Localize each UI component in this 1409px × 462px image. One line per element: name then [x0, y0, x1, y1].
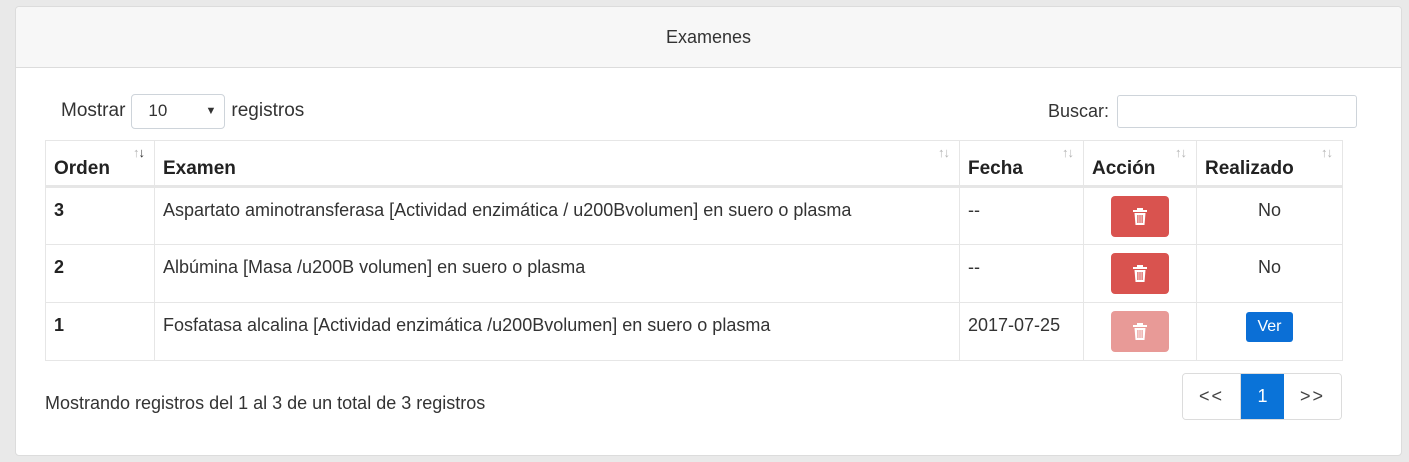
card-title: Examenes	[665, 26, 752, 47]
sort-arrows-icon: ↑↓	[1062, 145, 1074, 160]
examenes-table: Orden ↑↓ Examen ↑↓ Fecha ↑↓ Acción ↑↓ Re…	[45, 140, 1343, 361]
cell-realizado: No	[1196, 244, 1343, 303]
table-info: Mostrando registros del 1 al 3 de un tot…	[45, 393, 486, 413]
cell-fecha: 2017-07-25	[959, 302, 1084, 361]
length-select[interactable]: 10 ▼	[131, 93, 226, 129]
cell-accion	[1083, 244, 1197, 303]
pagination-prev[interactable]: <<	[1183, 374, 1241, 419]
sort-arrows-icon: ↑↓	[1321, 145, 1333, 160]
cell-realizado: Ver	[1196, 302, 1343, 361]
length-prefix: Mostrar	[61, 100, 126, 121]
length-control: Mostrar 10 ▼ registros	[61, 93, 305, 129]
column-header-orden[interactable]: Orden ↑↓	[45, 140, 155, 188]
delete-button[interactable]	[1111, 196, 1169, 237]
trash-icon	[1133, 323, 1147, 340]
cell-accion	[1083, 302, 1197, 361]
length-select-value: 10	[148, 101, 168, 120]
table-header-row: Orden ↑↓ Examen ↑↓ Fecha ↑↓ Acción ↑↓ Re…	[45, 140, 1343, 188]
sort-arrows-icon: ↑↓	[938, 145, 950, 160]
table-controls: Mostrar 10 ▼ registros Buscar:	[61, 93, 1357, 129]
cell-fecha: --	[959, 186, 1084, 245]
search-input[interactable]	[1117, 94, 1357, 128]
sort-arrows-icon: ↑↓	[133, 145, 145, 160]
pagination-next[interactable]: >>	[1284, 374, 1341, 419]
delete-button[interactable]	[1111, 253, 1169, 294]
trash-icon	[1133, 265, 1147, 282]
ver-button[interactable]: Ver	[1246, 312, 1293, 342]
cell-examen: Fosfatasa alcalina [Actividad enzimática…	[154, 302, 960, 361]
cell-fecha: --	[959, 244, 1084, 303]
delete-button-disabled	[1111, 311, 1169, 352]
cell-realizado: No	[1196, 186, 1343, 245]
table-row: 3 Aspartato aminotransferasa [Actividad …	[45, 186, 1343, 245]
cell-orden: 2	[45, 244, 155, 303]
column-header-accion[interactable]: Acción ↑↓	[1083, 140, 1197, 188]
sort-arrows-icon: ↑↓	[1175, 145, 1187, 160]
trash-icon	[1133, 208, 1147, 225]
table-row: 1 Fosfatasa alcalina [Actividad enzimáti…	[45, 302, 1343, 361]
search-label: Buscar:	[1047, 100, 1109, 121]
column-header-examen[interactable]: Examen ↑↓	[154, 140, 960, 188]
card-header: Examenes	[16, 7, 1401, 68]
pagination-page-1[interactable]: 1	[1241, 374, 1284, 419]
column-header-realizado[interactable]: Realizado ↑↓	[1196, 140, 1343, 188]
table-row: 2 Albúmina [Masa /u200B volumen] en suer…	[45, 244, 1343, 303]
cell-orden: 1	[45, 302, 155, 361]
cell-examen: Aspartato aminotransferasa [Actividad en…	[154, 186, 960, 245]
column-header-fecha[interactable]: Fecha ↑↓	[959, 140, 1084, 188]
pagination: << 1 >>	[1182, 373, 1342, 420]
chevron-down-icon: ▼	[205, 105, 217, 117]
cell-accion	[1083, 186, 1197, 245]
cell-examen: Albúmina [Masa /u200B volumen] en suero …	[154, 244, 960, 303]
cell-orden: 3	[45, 186, 155, 245]
search-control: Buscar:	[1047, 94, 1357, 128]
length-suffix: registros	[231, 100, 305, 121]
